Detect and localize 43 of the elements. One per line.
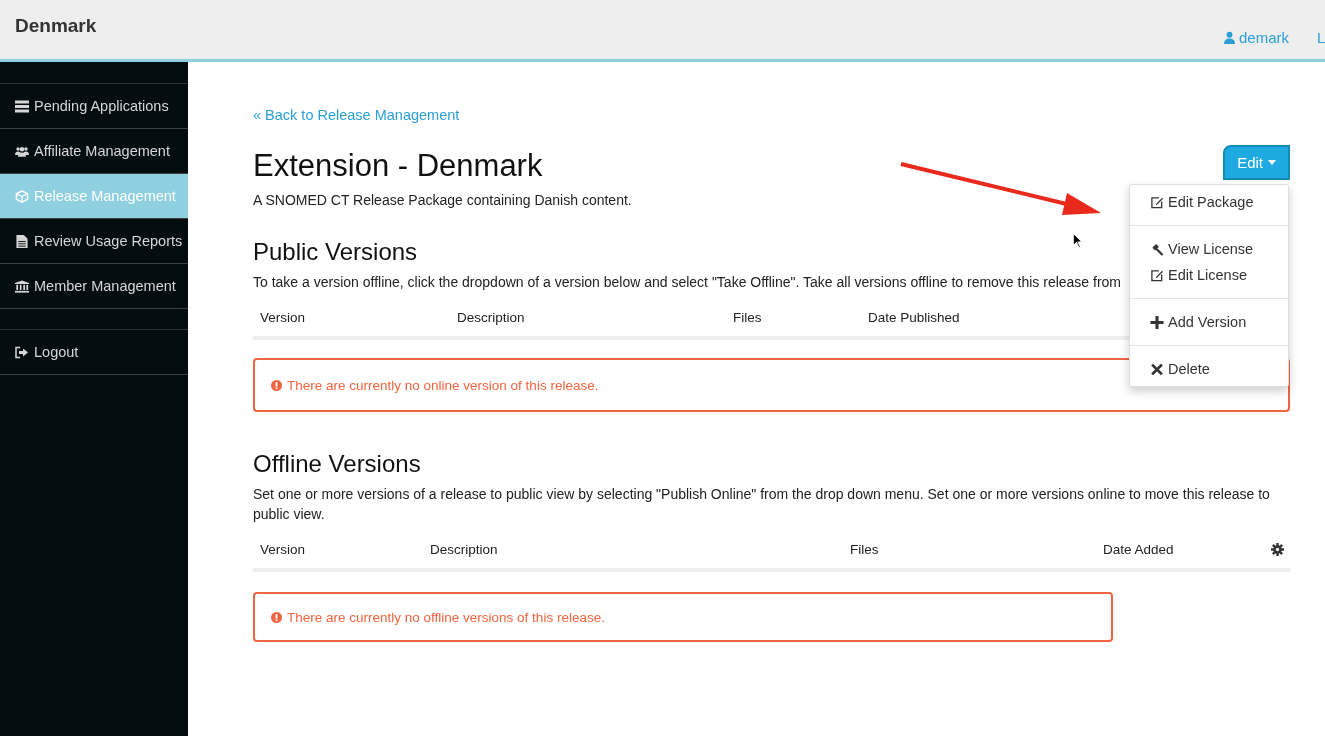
menu-item[interactable]: Edit License — [1130, 262, 1288, 288]
column-header: Files — [733, 309, 762, 325]
column-header: Date Published — [868, 309, 960, 325]
edit-icon — [1150, 195, 1164, 209]
column-header: Description — [457, 309, 525, 325]
plus-icon — [1150, 315, 1164, 329]
mouse-cursor-icon — [1072, 232, 1083, 249]
section-description: To take a version offline, click the dropdown of a version below and select "Take Offline". Take all versions offline to remove this release from — [253, 273, 1122, 292]
menu-item[interactable]: Add Version — [1130, 309, 1288, 335]
alert-message: There are currently no online version of this release. — [287, 377, 599, 393]
file-icon — [15, 234, 29, 248]
section-description: Set one or more versions of a release to public view by selecting "Publish Online" from the drop down menu. Set one or more versions online to move this release to public view. — [253, 485, 1271, 524]
column-header: Description — [430, 541, 498, 557]
column-header: Version — [260, 541, 306, 557]
exclamation-icon — [271, 379, 282, 391]
brand-title: Denmark — [15, 15, 97, 37]
logout-link[interactable]: Logout — [0, 329, 188, 375]
menu-item[interactable]: Edit Package — [1130, 189, 1288, 215]
alert-message: There are currently no offline versions of this release. — [287, 609, 605, 625]
cube-icon — [15, 189, 29, 203]
sidebar-item[interactable]: Pending Applications — [0, 84, 188, 129]
column-header: Files — [850, 541, 879, 557]
sidebar-item[interactable]: Review Usage Reports — [0, 219, 188, 264]
edit-icon — [1150, 268, 1164, 282]
users-icon — [15, 144, 29, 158]
list-icon — [15, 99, 29, 113]
user-icon — [1223, 31, 1235, 44]
column-header: Version — [260, 309, 306, 325]
gavel-icon — [1150, 242, 1164, 256]
exclamation-icon — [271, 611, 282, 623]
caret-icon — [1268, 160, 1276, 165]
sign-out-icon — [15, 345, 29, 359]
bank-icon — [15, 279, 29, 293]
close-icon — [1150, 362, 1164, 376]
menu-item[interactable]: Delete — [1130, 356, 1288, 382]
column-header: Date Added — [1103, 541, 1174, 557]
section-heading: Public Versions — [253, 238, 418, 266]
settings-icon[interactable] — [1271, 542, 1284, 556]
menu-item[interactable]: View License — [1130, 236, 1288, 262]
section-heading: Offline Versions — [253, 450, 421, 478]
sidebar-item[interactable]: Member Management — [0, 264, 188, 309]
page-subtitle: A SNOMED CT Release Package containing Danish content. — [253, 192, 632, 208]
page-title: Extension - Denmark — [253, 148, 544, 184]
